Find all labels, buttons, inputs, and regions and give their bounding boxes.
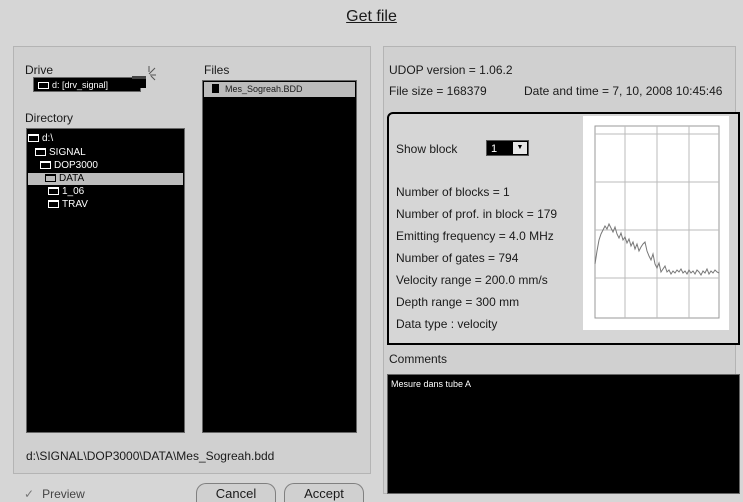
comments-label: Comments (389, 352, 448, 366)
chevron-down-icon: ▼ (513, 142, 527, 154)
show-block-select[interactable]: 1 ▼ (486, 140, 529, 156)
profile-preview-plot (583, 116, 729, 330)
file-size: File size = 168379 (389, 84, 487, 98)
stat-depth-range: Depth range = 300 mm (396, 295, 520, 309)
document-icon (212, 84, 219, 93)
directory-item[interactable]: TRAV (48, 199, 183, 211)
files-label: Files (204, 63, 230, 77)
dialog-title: Get file (346, 8, 397, 25)
stat-profiles-in-block: Number of prof. in block = 179 (396, 207, 558, 221)
stat-number-of-gates: Number of gates = 794 (396, 251, 519, 265)
directory-item[interactable]: d:\ (28, 133, 183, 145)
show-block-label: Show block (396, 142, 458, 156)
stat-data-type: Data type : velocity (396, 317, 498, 331)
directory-item[interactable]: SIGNAL (35, 147, 183, 159)
files-list[interactable]: Mes_Sogreah.BDD (202, 80, 357, 433)
folder-open-icon (45, 174, 56, 182)
drive-select[interactable]: d: [drv_signal] (33, 77, 141, 92)
file-item-selected[interactable]: Mes_Sogreah.BDD (204, 82, 355, 97)
accept-button[interactable]: Accept (284, 483, 364, 502)
directory-item[interactable]: DOP3000 (40, 160, 183, 172)
folder-open-icon (40, 161, 51, 169)
directory-list[interactable]: d:\ SIGNAL DOP3000 DATA 1_06 TRAV (26, 128, 185, 433)
folder-icon (48, 187, 59, 195)
cancel-button[interactable]: Cancel (196, 483, 276, 502)
folder-icon (48, 200, 59, 208)
drive-label: Drive (25, 63, 54, 77)
check-icon: ✓ (24, 487, 35, 501)
drive-value: d: [drv_signal] (52, 80, 109, 90)
folder-open-icon (35, 148, 46, 156)
stat-emitting-frequency: Emitting frequency = 4.0 MHz (396, 229, 554, 243)
date-time: Date and time = 7, 10, 2008 10:45:46 (524, 84, 723, 98)
drive-flash-icon (132, 66, 156, 88)
hard-drive-icon (38, 82, 49, 89)
directory-item-selected[interactable]: DATA (28, 173, 183, 185)
udop-version: UDOP version = 1.06.2 (389, 63, 513, 77)
directory-label: Directory (25, 111, 74, 125)
comments-textarea[interactable]: Mesure dans tube A (387, 374, 740, 494)
folder-open-icon (28, 134, 39, 142)
preview-checkbox[interactable]: ✓ Preview (24, 487, 85, 501)
stat-velocity-range: Velocity range = 200.0 mm/s (396, 273, 548, 287)
directory-item[interactable]: 1_06 (48, 186, 183, 198)
stat-number-of-blocks: Number of blocks = 1 (396, 185, 510, 199)
selected-file-path: d:\SIGNAL\DOP3000\DATA\Mes_Sogreah.bdd (26, 449, 275, 463)
